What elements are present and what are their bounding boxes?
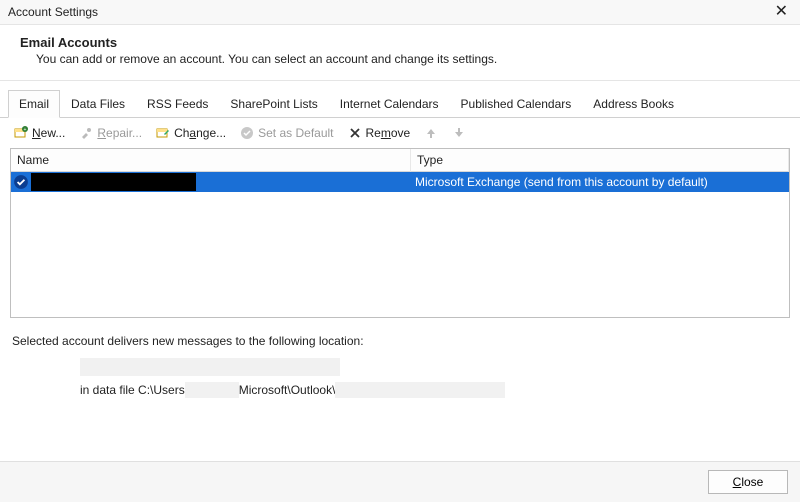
remove-button[interactable]: Remove	[344, 124, 415, 142]
toolbar: + New... Repair... Change... Set as Defa…	[0, 118, 800, 148]
arrow-up-icon	[424, 126, 438, 140]
arrow-down-icon	[452, 126, 466, 140]
tab-email[interactable]: Email	[8, 90, 60, 118]
redacted-path-1	[185, 382, 239, 398]
dialog-footer: Close	[0, 461, 800, 502]
remove-icon	[348, 126, 362, 140]
account-type-cell: Microsoft Exchange (send from this accou…	[411, 175, 789, 189]
account-row[interactable]: Microsoft Exchange (send from this accou…	[11, 172, 789, 192]
column-header-type[interactable]: Type	[411, 149, 789, 172]
change-icon	[156, 126, 170, 140]
repair-icon	[79, 126, 93, 140]
tab-rss-feeds[interactable]: RSS Feeds	[136, 90, 219, 118]
new-icon: +	[14, 126, 28, 140]
change-button[interactable]: Change...	[152, 124, 230, 142]
accounts-list: Name Type Microsoft Exchange (send from …	[10, 148, 790, 318]
header-title: Email Accounts	[20, 35, 792, 50]
redacted-name	[31, 173, 196, 191]
check-circle-icon	[240, 126, 254, 140]
column-header-name[interactable]: Name	[11, 149, 411, 172]
redacted-path-2	[335, 382, 505, 398]
default-account-icon	[13, 174, 29, 190]
header-subtitle: You can add or remove an account. You ca…	[20, 52, 792, 66]
close-button[interactable]: Close	[708, 470, 788, 494]
tab-published-calendars[interactable]: Published Calendars	[450, 90, 583, 118]
new-button[interactable]: + New...	[10, 124, 69, 142]
set-default-button: Set as Default	[236, 124, 337, 142]
tab-address-books[interactable]: Address Books	[582, 90, 685, 118]
window-close-button[interactable]: ✕	[771, 4, 792, 20]
move-down-button	[448, 124, 470, 142]
delivery-location-path: in data file C:\Users Microsoft\Outlook\	[0, 376, 800, 398]
move-up-button	[420, 124, 442, 142]
redacted-location-line1	[80, 358, 340, 376]
tab-internet-calendars[interactable]: Internet Calendars	[329, 90, 450, 118]
title-bar: Account Settings ✕	[0, 0, 800, 25]
tab-strip: Email Data Files RSS Feeds SharePoint Li…	[0, 89, 800, 118]
tab-data-files[interactable]: Data Files	[60, 90, 136, 118]
tab-sharepoint-lists[interactable]: SharePoint Lists	[219, 90, 328, 118]
list-header: Name Type	[11, 149, 789, 172]
delivery-location-label: Selected account delivers new messages t…	[0, 318, 800, 352]
repair-button: Repair...	[75, 124, 146, 142]
svg-text:+: +	[24, 127, 27, 133]
header-section: Email Accounts You can add or remove an …	[0, 25, 800, 81]
window-title: Account Settings	[8, 5, 98, 19]
account-name-cell	[31, 173, 411, 191]
